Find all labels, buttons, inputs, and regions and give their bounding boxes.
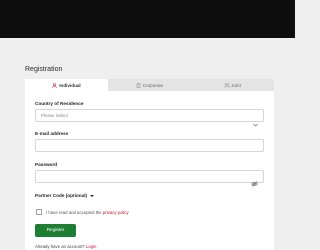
privacy-agreement-text: I have read and accepted the	[46, 210, 102, 215]
country-select[interactable]: Please Select	[35, 109, 264, 127]
users-icon	[224, 82, 231, 88]
page-title: Registration	[25, 66, 63, 73]
tab-individual[interactable]: Individual	[25, 79, 108, 91]
privacy-checkbox[interactable]	[36, 209, 42, 215]
privacy-agreement: I have read and accepted the privacy pol…	[46, 210, 129, 215]
country-select-placeholder: Please Select	[41, 113, 68, 118]
registration-form: Country of Residence Please Select E-mai…	[25, 91, 274, 250]
tab-corporate-label: Corporate	[142, 82, 164, 88]
country-label: Country of Residence	[35, 101, 84, 106]
email-field[interactable]	[35, 139, 264, 152]
top-navigation-bar	[0, 0, 295, 38]
tab-joint[interactable]: Joint	[191, 79, 274, 91]
password-field[interactable]	[35, 170, 264, 187]
user-icon	[52, 82, 58, 88]
email-label: E-mail address	[35, 131, 69, 136]
tab-joint-label: Joint	[231, 82, 241, 88]
login-prompt: Already have an account? Login	[35, 244, 96, 249]
eye-slash-icon[interactable]	[251, 174, 258, 187]
tab-corporate[interactable]: Corporate	[108, 79, 191, 91]
privacy-policy-link[interactable]: privacy policy	[103, 210, 129, 215]
chevron-down-icon	[253, 114, 258, 127]
tab-individual-label: Individual	[59, 82, 81, 88]
password-label: Password	[35, 162, 58, 167]
register-button[interactable]: Register	[35, 224, 76, 237]
account-type-tabs: Individual Corporate Joint	[25, 79, 274, 91]
caret-down-icon	[90, 194, 95, 197]
partner-code-label: Partner Code (optional)	[35, 193, 88, 198]
building-icon	[136, 82, 141, 88]
login-prompt-text: Already have an account?	[35, 244, 85, 249]
login-link[interactable]: Login	[86, 244, 97, 249]
partner-code-toggle[interactable]: Partner Code (optional)	[35, 193, 95, 198]
